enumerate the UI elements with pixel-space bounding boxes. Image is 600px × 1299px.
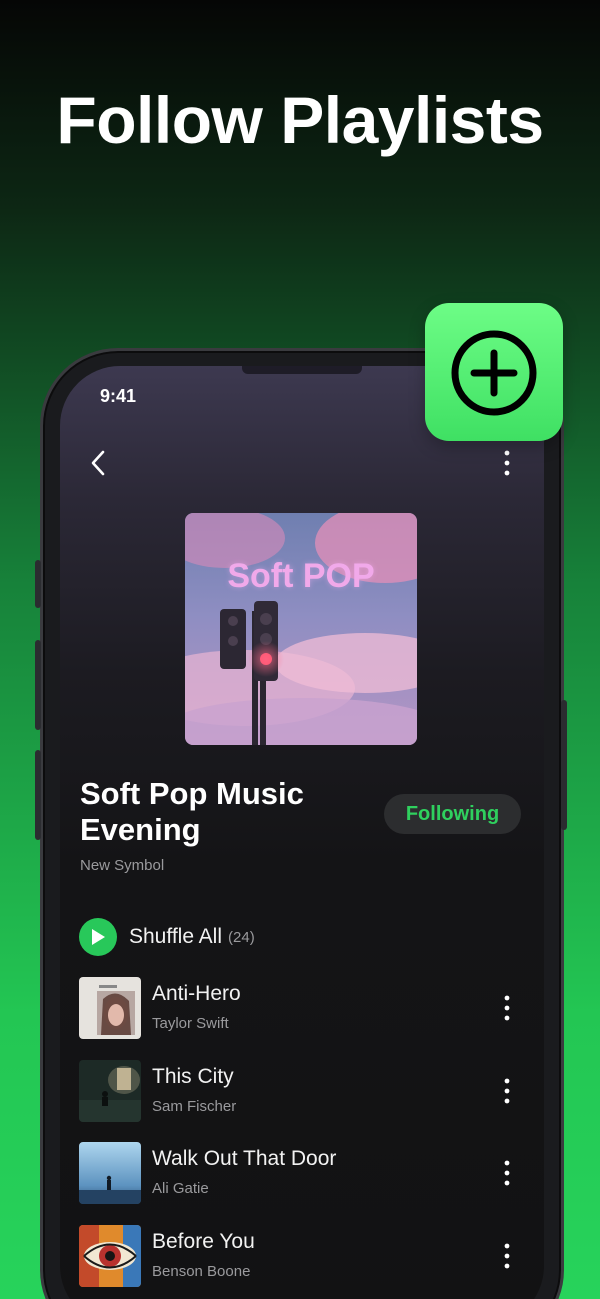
list-item[interactable]: This City Sam Fischer bbox=[79, 1059, 525, 1143]
playlist-title-line2: Evening bbox=[80, 812, 201, 847]
shuffle-label: Shuffle All bbox=[129, 925, 223, 948]
song-title: Before You bbox=[152, 1229, 255, 1253]
song-artist: Ali Gatie bbox=[152, 1180, 209, 1197]
phone-power-button bbox=[561, 700, 567, 830]
phone-screen: 9:41 Soft POP Soft Pop Music Evening New… bbox=[60, 366, 544, 1299]
song-list: Anti-Hero Taylor Swift This City Sam Fis… bbox=[79, 977, 525, 1299]
album-art-walk-out-that-door bbox=[79, 1142, 141, 1204]
song-title: This City bbox=[152, 1064, 234, 1088]
album-art-this-city bbox=[79, 1059, 141, 1122]
more-vertical-icon bbox=[504, 1078, 510, 1103]
playlist-author: New Symbol bbox=[80, 857, 165, 874]
following-button[interactable]: Following bbox=[384, 794, 521, 834]
album-art-anti-hero bbox=[79, 977, 141, 1039]
shuffle-all-button[interactable]: Shuffle All (24) bbox=[79, 918, 255, 956]
phone-volume-down-button bbox=[35, 750, 41, 840]
song-more-button[interactable] bbox=[497, 1241, 517, 1271]
plus-circle-icon bbox=[451, 330, 537, 416]
more-vertical-icon bbox=[504, 995, 510, 1021]
chevron-left-icon bbox=[91, 450, 105, 476]
cover-title: Soft POP bbox=[227, 557, 375, 595]
track-count: (24) bbox=[228, 928, 255, 946]
back-button[interactable] bbox=[84, 448, 114, 478]
play-icon bbox=[92, 929, 105, 945]
song-more-button[interactable] bbox=[497, 1158, 517, 1188]
song-artist: Taylor Swift bbox=[152, 1015, 229, 1032]
song-artist: Benson Boone bbox=[152, 1262, 251, 1280]
status-time: 9:41 bbox=[100, 386, 137, 406]
playlist-cover: Soft POP bbox=[185, 513, 417, 745]
follow-add-badge bbox=[425, 303, 563, 441]
cover-artwork bbox=[185, 513, 417, 745]
list-item[interactable]: Walk Out That Door Ali Gatie bbox=[79, 1142, 525, 1225]
song-title: Anti-Hero bbox=[152, 982, 241, 1005]
headline: Follow Playlists bbox=[56, 83, 544, 157]
list-item[interactable]: Anti-Hero Taylor Swift bbox=[79, 977, 525, 1060]
song-artist: Sam Fischer bbox=[152, 1097, 237, 1115]
playlist-more-button[interactable] bbox=[492, 448, 522, 478]
song-more-button[interactable] bbox=[497, 1076, 517, 1106]
album-art-before-you bbox=[79, 1224, 141, 1287]
play-button[interactable] bbox=[79, 918, 117, 956]
playlist-title-line1: Soft Pop Music bbox=[80, 776, 304, 811]
more-vertical-icon bbox=[504, 450, 510, 476]
more-vertical-icon bbox=[504, 1243, 510, 1268]
phone-volume-up-button bbox=[35, 640, 41, 730]
song-more-button[interactable] bbox=[497, 993, 517, 1023]
phone-mute-switch bbox=[35, 560, 41, 608]
dynamic-island bbox=[242, 366, 362, 374]
song-title: Walk Out That Door bbox=[152, 1147, 337, 1170]
playlist-title: Soft Pop Music Evening bbox=[80, 776, 370, 848]
list-item[interactable]: Before You Benson Boone bbox=[79, 1224, 525, 1299]
more-vertical-icon bbox=[504, 1160, 510, 1186]
